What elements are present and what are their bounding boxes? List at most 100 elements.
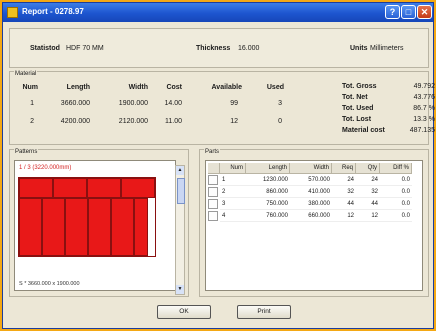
parts-group-title: Parts: [204, 149, 221, 155]
material-cell: 1: [30, 100, 34, 107]
stat-label: Material cost: [342, 127, 385, 134]
parts-header-length[interactable]: Length: [246, 163, 290, 174]
cut-piece: [65, 198, 88, 256]
part-req: 32: [332, 187, 356, 198]
maximize-button[interactable]: □: [401, 5, 416, 19]
stat-value: 49.792: [413, 83, 435, 90]
cut-piece: [88, 198, 111, 256]
stat-value: 487.135: [409, 127, 435, 134]
part-diff: 0.0: [380, 199, 412, 210]
part-checkbox[interactable]: [208, 187, 218, 197]
report-window: Report - 0278.97 ? □ ✕ Statistod HDF 70 …: [2, 2, 435, 329]
part-length: 760.000: [246, 211, 290, 222]
material-header-width: Width: [128, 84, 148, 91]
material-name-value: HDF 70 MM: [66, 45, 104, 52]
app-icon: [7, 7, 18, 18]
material-header-length: Length: [66, 84, 90, 91]
part-num: 2: [220, 187, 246, 198]
scroll-up-icon[interactable]: ▲: [176, 166, 184, 175]
material-cell: 99: [230, 100, 238, 107]
stat-label: Tot. Net: [342, 94, 368, 101]
stat-value: 43.776: [413, 94, 435, 101]
pattern-scrollbar[interactable]: ▲ ▼: [175, 165, 185, 295]
material-header-available: Available: [211, 84, 242, 91]
cut-piece: [111, 198, 134, 256]
part-qty: 24: [356, 175, 380, 186]
part-qty: 32: [356, 187, 380, 198]
cut-piece: [19, 198, 42, 256]
part-length: 860.000: [246, 187, 290, 198]
part-diff: 0.0: [380, 211, 412, 222]
ok-button[interactable]: OK: [157, 305, 211, 319]
stat-label: Tot. Lost: [342, 116, 372, 123]
part-checkbox[interactable]: [208, 175, 218, 185]
part-checkbox[interactable]: [208, 211, 218, 221]
title-bar[interactable]: Report - 0278.97 ? □ ✕: [3, 3, 433, 22]
part-diff: 0.0: [380, 187, 412, 198]
part-req: 44: [332, 199, 356, 210]
parts-header-qty[interactable]: Qty: [356, 163, 380, 174]
cut-piece: [42, 198, 65, 256]
scroll-down-icon[interactable]: ▼: [176, 285, 184, 294]
material-cell: 0: [278, 118, 282, 125]
part-req: 12: [332, 211, 356, 222]
part-length: 1230.000: [246, 175, 290, 186]
part-width: 380.000: [290, 199, 332, 210]
thickness-value: 16.000: [238, 45, 260, 52]
pattern-preview[interactable]: 1 / 3 (3220.000mm) S * 3660.000 x 1900.0…: [14, 160, 176, 291]
material-name-label: Statistod: [30, 45, 60, 52]
part-num: 4: [220, 211, 246, 222]
stat-label: Tot. Used: [342, 105, 374, 112]
material-cell: 11.00: [165, 118, 182, 125]
parts-header-req[interactable]: Req: [332, 163, 356, 174]
material-header-num: Num: [22, 84, 38, 91]
part-req: 24: [332, 175, 356, 186]
cut-piece: [87, 178, 121, 198]
material-sheet: [18, 177, 156, 257]
material-cell: 4200.000: [60, 118, 90, 125]
print-button[interactable]: Print: [237, 305, 291, 319]
cut-piece: [121, 178, 155, 198]
patterns-group: Patterns 1 / 3 (3220.000mm) S * 3660.000…: [9, 149, 189, 297]
material-cell: 3660.000: [60, 100, 90, 107]
pattern-footer: S * 3660.000 x 1900.000: [19, 281, 80, 287]
cut-piece: [134, 198, 148, 256]
cut-piece: [53, 178, 87, 198]
material-group: Material Num Length Width Cost Available…: [9, 71, 435, 145]
stat-value: 86.7 %: [413, 105, 435, 112]
close-button[interactable]: ✕: [417, 5, 432, 19]
part-width: 410.000: [290, 187, 332, 198]
parts-table: Num Length Width Req Qty Diff % 1 1230.0…: [205, 160, 423, 291]
units-value: Millimeters: [370, 45, 404, 52]
material-cell: 2: [30, 118, 34, 125]
material-cell: 14.00: [164, 100, 182, 107]
part-num: 1: [220, 175, 246, 186]
material-group-title: Material: [14, 71, 38, 77]
material-cell: 2120.000: [118, 118, 148, 125]
part-width: 570.000: [290, 175, 332, 186]
parts-header-check: [208, 163, 220, 174]
parts-header-diff[interactable]: Diff %: [380, 163, 412, 174]
part-diff: 0.0: [380, 175, 412, 186]
patterns-group-title: Patterns: [14, 149, 39, 155]
help-button[interactable]: ?: [385, 5, 400, 19]
part-qty: 12: [356, 211, 380, 222]
material-cell: 3: [278, 100, 282, 107]
part-length: 750.000: [246, 199, 290, 210]
part-width: 660.000: [290, 211, 332, 222]
parts-header-num[interactable]: Num: [220, 163, 246, 174]
parts-header-width[interactable]: Width: [290, 163, 332, 174]
part-qty: 44: [356, 199, 380, 210]
stat-value: 13.3 %: [413, 116, 435, 123]
scroll-thumb[interactable]: [177, 178, 185, 204]
units-label: Units: [350, 45, 368, 52]
thickness-label: Thickness: [196, 45, 231, 52]
part-num: 3: [220, 199, 246, 210]
material-cell: 12: [230, 118, 238, 125]
material-header-used: Used: [266, 84, 284, 91]
window-title: Report - 0278.97: [22, 7, 84, 16]
part-checkbox[interactable]: [208, 199, 218, 209]
parts-group: Parts Num Length Width Req Qty Diff % 1 …: [199, 149, 429, 297]
material-header-cost: Cost: [166, 84, 182, 91]
cut-piece: [19, 178, 53, 198]
